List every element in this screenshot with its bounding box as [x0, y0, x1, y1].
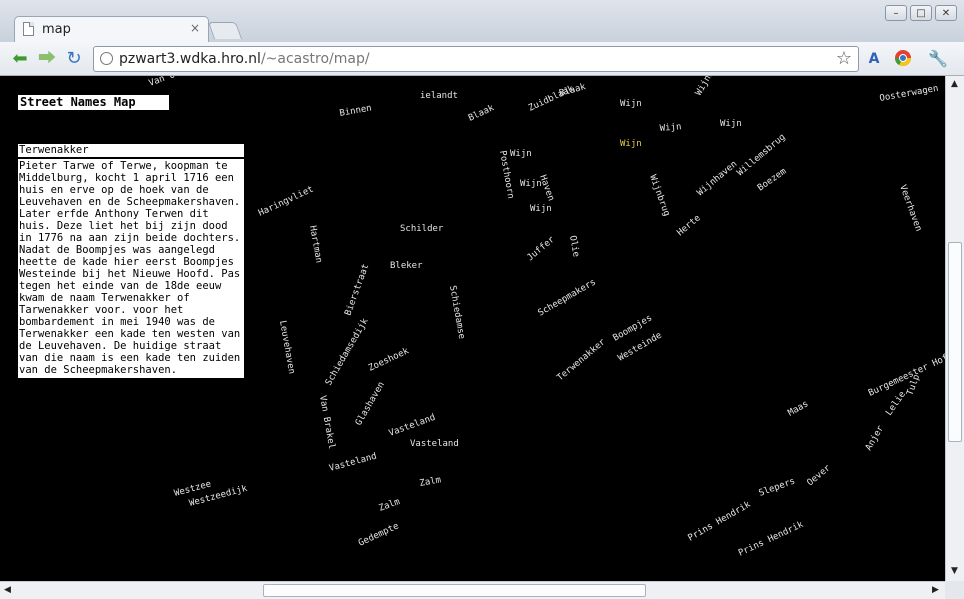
scrollbar-corner [945, 581, 964, 599]
scroll-left-icon[interactable]: ◀ [4, 585, 11, 595]
reload-icon[interactable]: ↻ [63, 48, 85, 70]
horizontal-scrollbar[interactable]: ◀ ▶ [0, 581, 945, 599]
street-label[interactable]: Veerhaven [897, 184, 923, 233]
street-label[interactable]: Wijn [510, 149, 532, 159]
street-label[interactable]: Wijn [620, 99, 642, 109]
street-label[interactable]: Slepers [758, 476, 797, 498]
translate-icon[interactable]: A [864, 49, 884, 69]
street-info-panel: Terwenakker Pieter Tarwe of Terwe, koopm… [18, 144, 244, 378]
back-arrow-icon[interactable]: ⬅ [9, 48, 31, 70]
street-label[interactable]: Glashaven [354, 380, 387, 427]
chrome-icon[interactable] [893, 49, 913, 69]
street-label[interactable]: Hartman [307, 225, 323, 264]
street-label[interactable]: Haringvliet [257, 184, 315, 218]
vertical-scroll-thumb[interactable] [948, 242, 962, 442]
street-label[interactable]: Scheepmakers [537, 277, 598, 318]
street-label[interactable]: Bleker [390, 261, 423, 271]
street-label[interactable]: Maas [787, 399, 811, 419]
street-label[interactable]: Anjer [864, 424, 886, 453]
globe-icon [100, 52, 113, 65]
new-tab-button[interactable] [207, 22, 243, 39]
minimize-button[interactable]: – [885, 5, 907, 21]
street-label[interactable]: Blaak [467, 103, 496, 124]
street-label[interactable]: Vasteland [388, 413, 437, 439]
street-label[interactable]: Zoeshoek [367, 346, 411, 374]
url-text[interactable]: pzwart3.wdka.hro.nl/~acastro/map/ [119, 51, 370, 67]
star-icon[interactable]: ☆ [836, 48, 852, 69]
street-label[interactable]: Prins Hendrik [737, 520, 806, 559]
street-label[interactable]: Terwenakker [556, 337, 609, 383]
street-label[interactable]: Binnen [339, 103, 373, 118]
forward-arrow-icon[interactable]: ⮕ [36, 48, 58, 70]
street-label[interactable]: Olie [567, 235, 581, 258]
street-label[interactable]: Oever [806, 463, 834, 488]
street-label[interactable]: Bierstraat [343, 263, 371, 317]
street-label[interactable]: Vasteland [328, 452, 378, 474]
street-label[interactable]: Wijn [520, 179, 542, 189]
page-icon [23, 22, 34, 36]
scroll-up-icon[interactable]: ▲ [951, 79, 958, 89]
street-label[interactable]: Lelie [884, 390, 908, 418]
street-label[interactable]: Wijn [620, 139, 642, 149]
street-label[interactable]: Juffer [526, 234, 558, 263]
horizontal-scroll-thumb[interactable] [263, 584, 646, 597]
street-label[interactable]: Herte [676, 213, 703, 238]
street-label[interactable]: Schilder [400, 224, 444, 234]
tab-map[interactable]: map × [14, 16, 209, 44]
street-label[interactable]: Boezem [756, 167, 788, 194]
street-label[interactable]: Wijnhaven [696, 159, 740, 198]
street-label[interactable]: Prins Hendrik [687, 499, 754, 543]
street-label[interactable]: Zalm [419, 475, 442, 489]
title-bar: map × – □ ✕ [0, 0, 964, 44]
tab-close-icon[interactable]: × [190, 21, 200, 35]
street-label[interactable]: Gedempte [357, 521, 401, 548]
scroll-right-icon[interactable]: ▶ [932, 585, 939, 595]
street-label[interactable]: Wijn [530, 204, 552, 214]
street-label[interactable]: Schiedamsedijk [324, 316, 371, 387]
street-label[interactable]: Wijnhaven [694, 76, 727, 98]
street-label[interactable]: Wijnbrug [647, 174, 671, 218]
tab-title: map [42, 22, 71, 37]
wrench-icon[interactable]: 🔧 [928, 49, 948, 69]
page-viewport: Van OldenbarneveltBinnenielandtBlaakBlaa… [0, 76, 945, 581]
page-title: Street Names Map [18, 95, 169, 110]
street-label[interactable]: ielandt [420, 91, 458, 101]
street-description: Pieter Tarwe of Terwe, koopman te Middel… [19, 160, 241, 376]
street-label[interactable]: Vasteland [410, 439, 459, 449]
address-bar[interactable]: pzwart3.wdka.hro.nl/~acastro/map/ ☆ [93, 46, 859, 72]
street-label[interactable]: Zuidblaak [527, 84, 576, 114]
street-label[interactable]: Leuvehaven [277, 320, 296, 375]
vertical-scrollbar[interactable]: ▲ ▼ [945, 76, 964, 581]
street-label[interactable]: Wijn [659, 122, 681, 134]
street-label[interactable]: Van Oldenbarnevelt [148, 76, 243, 89]
street-label[interactable]: Van Brakel [317, 395, 336, 450]
browser-toolbar: ⬅ ⮕ ↻ pzwart3.wdka.hro.nl/~acastro/map/ … [0, 42, 964, 76]
street-name: Terwenakker [18, 144, 244, 159]
maximize-button[interactable]: □ [910, 5, 932, 21]
street-label[interactable]: Wijn [720, 119, 742, 129]
scroll-down-icon[interactable]: ▼ [951, 566, 958, 576]
street-label[interactable]: Oosterwagen [879, 84, 939, 104]
close-button[interactable]: ✕ [935, 5, 957, 21]
street-label[interactable]: Schiedamse [447, 285, 466, 340]
street-label[interactable]: Zalm [378, 497, 402, 514]
